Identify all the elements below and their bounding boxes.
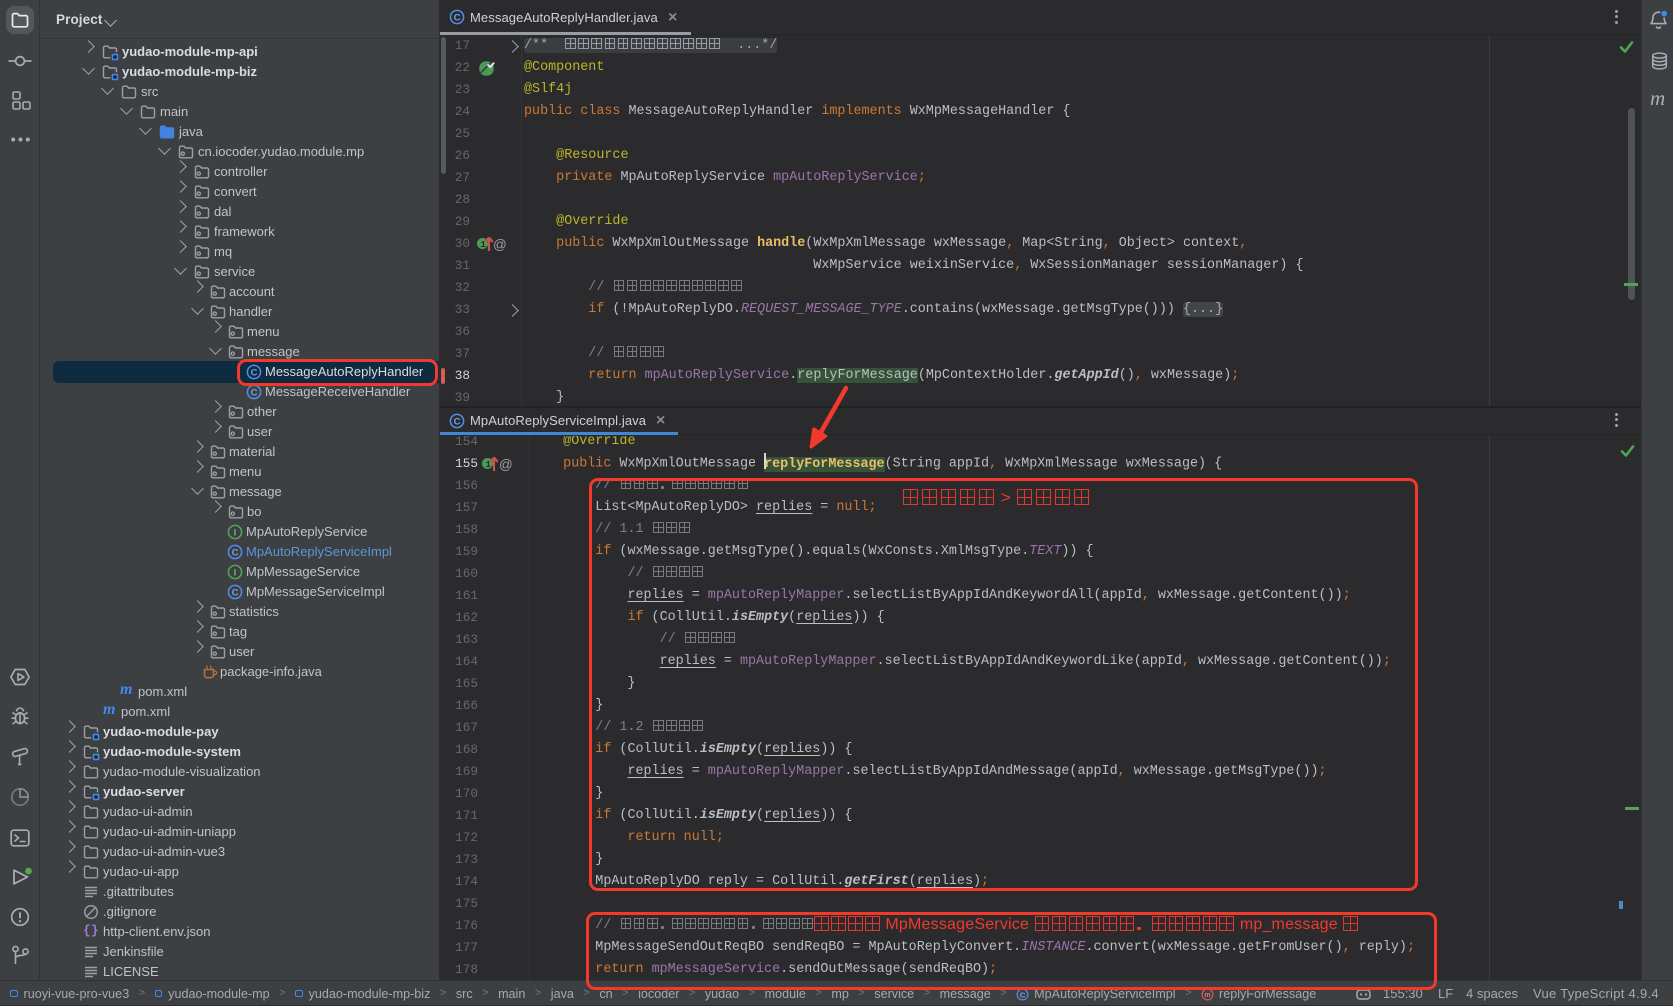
svg-text:C: C	[454, 13, 461, 24]
svg-text:I: I	[234, 568, 237, 579]
svg-text:C: C	[454, 417, 461, 428]
svg-text:C: C	[232, 588, 239, 599]
svg-text:C: C	[232, 548, 239, 559]
svg-text:I: I	[234, 528, 237, 539]
svg-text:C: C	[1020, 990, 1026, 999]
svg-text:m: m	[1204, 992, 1210, 999]
svg-text:C: C	[251, 388, 258, 399]
